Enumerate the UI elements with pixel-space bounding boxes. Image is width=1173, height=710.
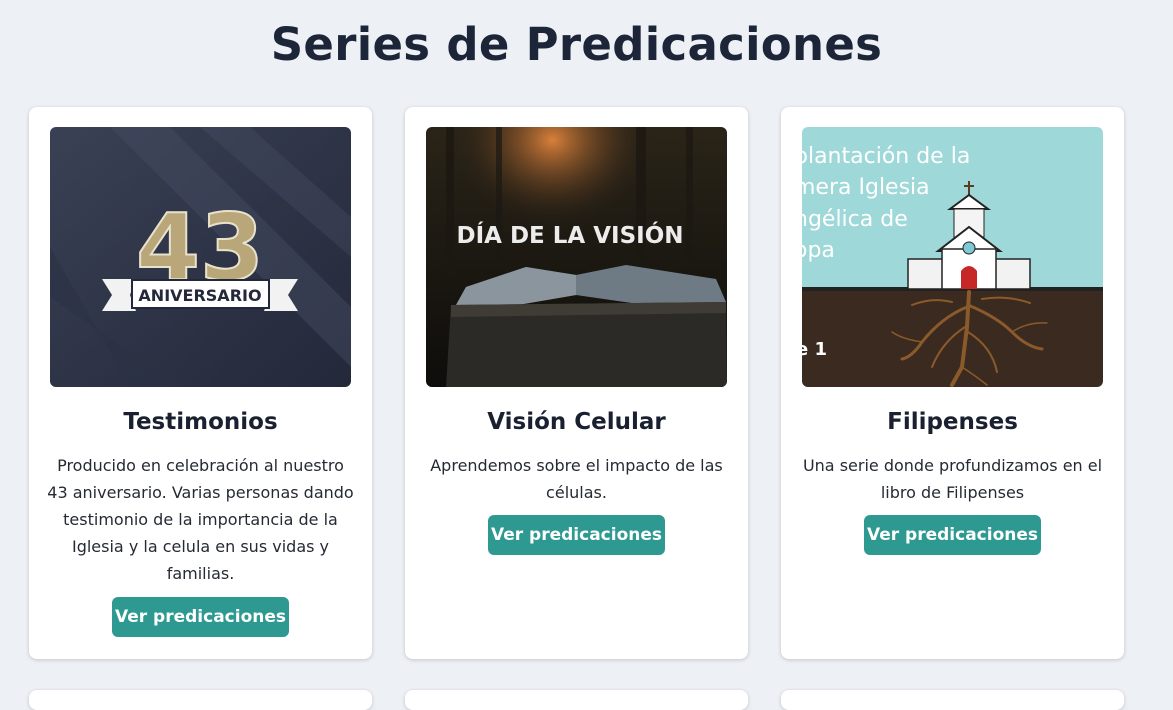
series-title: Testimonios [123,409,278,435]
series-card-vision-celular: DÍA DE LA VISIÓN Visión Celular Aprendem… [405,107,748,659]
ver-predicaciones-button[interactable]: Ver predicaciones [488,515,665,555]
church-text-line-4: opa [802,238,835,263]
series-card-filipenses: plantación de la mera Iglesia ngélica de… [781,107,1124,659]
series-card-partial [405,690,748,710]
series-card-partial [29,690,372,710]
ver-predicaciones-button[interactable]: Ver predicaciones [864,515,1041,555]
anniversary-banner-text: ANIVERSARIO [138,286,261,305]
series-thumbnail-vision-celular[interactable]: DÍA DE LA VISIÓN [426,127,727,387]
church-text-line-3: ngélica de [802,207,908,232]
series-card-testimonios: 43 ANIVERSARIO Testimonios Producido en … [29,107,372,659]
vision-headline: DÍA DE LA VISIÓN [456,221,683,249]
series-description: Aprendemos sobre el impacto de las célul… [430,456,723,502]
series-description: Una serie donde profundizamos en el libr… [802,456,1103,502]
page-title: Series de Predicaciones [270,18,883,71]
church-text-line-1: plantación de la [802,144,970,169]
series-title: Visión Celular [487,409,666,435]
series-thumbnail-testimonios[interactable]: 43 ANIVERSARIO [50,127,351,387]
series-title: Filipenses [887,409,1018,435]
series-description: Producido en celebración al nuestro 43 a… [47,456,354,583]
ver-predicaciones-button[interactable]: Ver predicaciones [112,597,289,637]
series-card-partial [781,690,1124,710]
series-part-label: e 1 [802,339,827,360]
series-thumbnail-filipenses[interactable]: plantación de la mera Iglesia ngélica de… [802,127,1103,387]
church-text-line-2: mera Iglesia [802,175,930,200]
